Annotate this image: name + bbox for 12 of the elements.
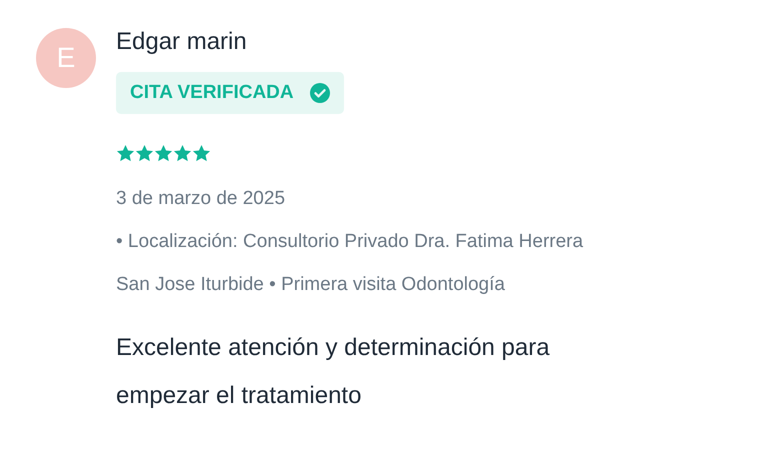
visit-details: San Jose Iturbide • Primera visita Odontología [116,274,505,296]
review-date: 3 de marzo de 2025 [116,188,286,210]
star-icon [173,144,192,163]
star-icon [116,144,135,163]
star-icon [135,144,154,163]
visit-details: • Localización: Consultorio Privado Dra. Fatima Herrera [116,231,584,253]
star-icon [192,144,211,163]
star-icon [154,144,173,163]
badge-label: CITA VERIFICADA [130,82,294,104]
review-text: Excelente atención y determinación para empezar el tratamiento [116,333,551,411]
author-name: Edgar marin [116,28,247,56]
avatar: E [36,28,96,88]
